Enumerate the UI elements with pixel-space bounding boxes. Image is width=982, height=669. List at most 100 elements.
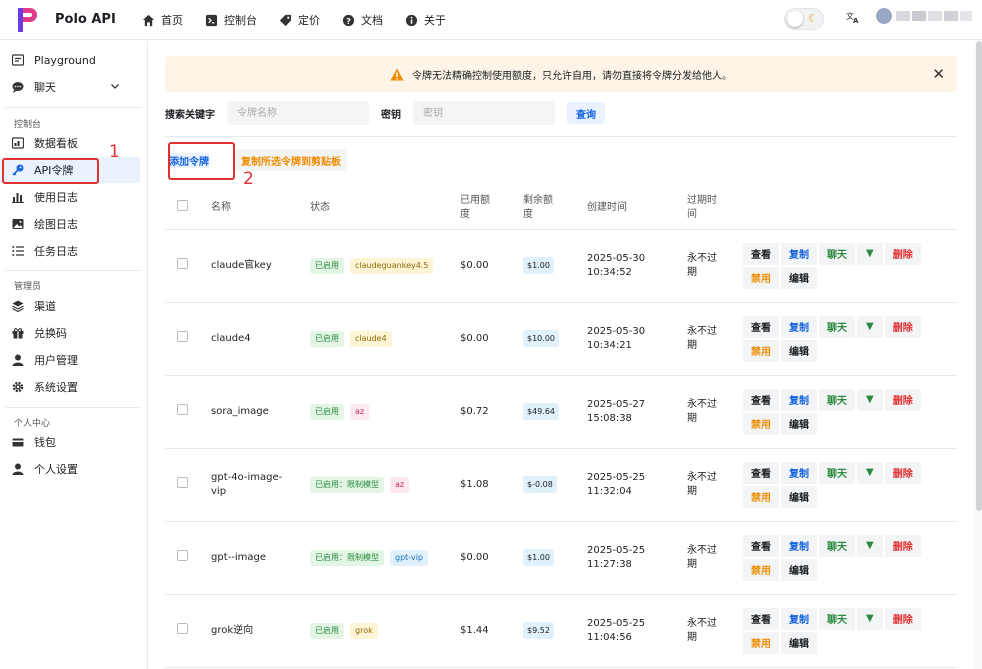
disable-button[interactable]: 禁用 [743,266,779,289]
used-quota: $0.72 [460,375,523,449]
disable-button[interactable]: 禁用 [743,558,779,581]
chevron-down-icon[interactable] [110,81,120,91]
disable-button[interactable]: 禁用 [743,631,779,654]
sidebar-item-usage-log[interactable]: 使用日志 [0,184,140,210]
chat-dropdown-caret-icon[interactable]: ▼ [857,242,883,265]
copy-button[interactable]: 复制 [781,534,817,557]
sidebar-item-redeem-codes[interactable]: 兑换码 [0,320,140,346]
delete-button[interactable]: 删除 [884,607,921,630]
theme-toggle[interactable]: ☾ [784,8,824,30]
sidebar-item-personal-settings[interactable]: 个人设置 [0,456,140,482]
created-date: 2025-05-30 [587,252,646,264]
home-icon [142,14,155,26]
sidebar-item-wallet[interactable]: 钱包 [0,429,140,455]
view-button[interactable]: 查看 [743,534,779,557]
expire-time: 永不过期 [687,252,717,278]
header-used-label: 已用额度 [460,194,490,220]
chat-dropdown-caret-icon[interactable]: ▼ [857,388,883,411]
delete-button[interactable]: 删除 [884,534,921,557]
row-checkbox[interactable] [177,549,188,561]
header-expire-label: 过期时间 [687,194,717,220]
row-checkbox[interactable] [177,257,188,269]
view-button[interactable]: 查看 [743,607,779,630]
disable-button[interactable]: 禁用 [743,412,779,435]
chat-dropdown-caret-icon[interactable]: ▼ [857,315,883,338]
list-icon [12,246,24,256]
row-actions: 查看 复制 聊天 ▼ 删除禁用 编辑 [743,315,957,362]
edit-button[interactable]: 编辑 [781,266,817,289]
view-button[interactable]: 查看 [743,242,779,265]
translate-icon[interactable]: 文 A [846,10,860,24]
query-button[interactable]: 查询 [567,102,605,124]
edit-button[interactable]: 编辑 [781,485,817,508]
sidebar-item-system-settings[interactable]: 系统设置 [0,374,140,400]
row-checkbox[interactable] [177,622,188,634]
delete-button[interactable]: 删除 [884,242,921,265]
nav-about[interactable]: 关于 [405,12,446,28]
nav-pricing[interactable]: 定价 [279,12,320,28]
edit-button[interactable]: 编辑 [781,558,817,581]
copy-button[interactable]: 复制 [781,315,817,338]
edit-button[interactable]: 编辑 [781,412,817,435]
select-all-checkbox[interactable] [177,199,188,211]
group-badge: claude4 [350,330,392,347]
chat-dropdown-caret-icon[interactable]: ▼ [857,607,883,630]
user-avatar-blurred[interactable] [876,8,972,24]
sidebar-item-task-log[interactable]: 任务日志 [0,238,140,264]
keyword-search-input[interactable] [227,101,369,125]
token-table: 名称 状态 已用额度 剩余额度 创建时间 过期时间 claude官key 已启用 c… [165,187,957,668]
delete-button[interactable]: 删除 [884,315,921,338]
sidebar-divider [6,107,140,108]
chat-dropdown-caret-icon[interactable]: ▼ [857,461,883,484]
row-checkbox[interactable] [177,403,188,415]
chat-button[interactable]: 聊天 [819,607,855,630]
header-name: 名称 [211,187,310,230]
sidebar-divider [6,270,140,271]
sidebar-item-chat[interactable]: 聊天 [0,74,140,100]
delete-button[interactable]: 删除 [884,388,921,411]
sidebar-item-playground[interactable]: Playground [0,47,140,73]
view-button[interactable]: 查看 [743,461,779,484]
sidebar-item-user-management[interactable]: 用户管理 [0,347,140,373]
chat-button[interactable]: 聊天 [819,461,855,484]
view-button[interactable]: 查看 [743,315,779,338]
scrollbar-thumb[interactable] [976,41,982,511]
row-checkbox[interactable] [177,476,188,488]
copy-button[interactable]: 复制 [781,607,817,630]
remaining-quota-badge: $1.00 [523,548,554,566]
used-quota: $1.08 [460,448,523,522]
token-name: claude官key [211,259,272,271]
copy-button[interactable]: 复制 [781,388,817,411]
view-button[interactable]: 查看 [743,388,779,411]
row-checkbox[interactable] [177,330,188,342]
chat-button[interactable]: 聊天 [819,242,855,265]
nav-console[interactable]: 控制台 [205,12,257,28]
banner-text: 令牌无法精确控制使用额度，只允许自用，请勿直接将令牌分发给他人。 [412,70,732,82]
chat-dropdown-caret-icon[interactable]: ▼ [857,534,883,557]
key-search-input[interactable] [413,101,555,125]
wallet-icon [12,438,24,447]
edit-button[interactable]: 编辑 [781,339,817,362]
nav-docs[interactable]: ? 文档 [342,12,383,28]
copy-button[interactable]: 复制 [781,242,817,265]
table-row: claude4 已启用 claude4 $0.00 $10.00 2025-05-30 10… [165,302,957,376]
created-date: 2025-05-25 [587,544,646,556]
sidebar-item-drawing-log[interactable]: 绘图日志 [0,211,140,237]
edit-button[interactable]: 编辑 [781,631,817,654]
nav-home[interactable]: 首页 [142,12,183,28]
chat-button[interactable]: 聊天 [819,534,855,557]
close-icon[interactable]: ✕ [932,65,945,83]
sidebar-item-channels[interactable]: 渠道 [0,293,140,319]
header-used: 已用额度 [460,187,523,230]
disable-button[interactable]: 禁用 [743,339,779,362]
delete-button[interactable]: 删除 [884,461,921,484]
copy-selected-tokens-button[interactable]: 复制所选令牌到剪贴板 [235,149,347,171]
info-icon [405,14,418,26]
polo-logo-icon[interactable] [18,8,38,32]
chat-button[interactable]: 聊天 [819,388,855,411]
copy-button[interactable]: 复制 [781,461,817,484]
brand-name[interactable]: Polo API [55,12,116,27]
disable-button[interactable]: 禁用 [743,485,779,508]
nav-about-label: 关于 [424,14,446,27]
chat-button[interactable]: 聊天 [819,315,855,338]
